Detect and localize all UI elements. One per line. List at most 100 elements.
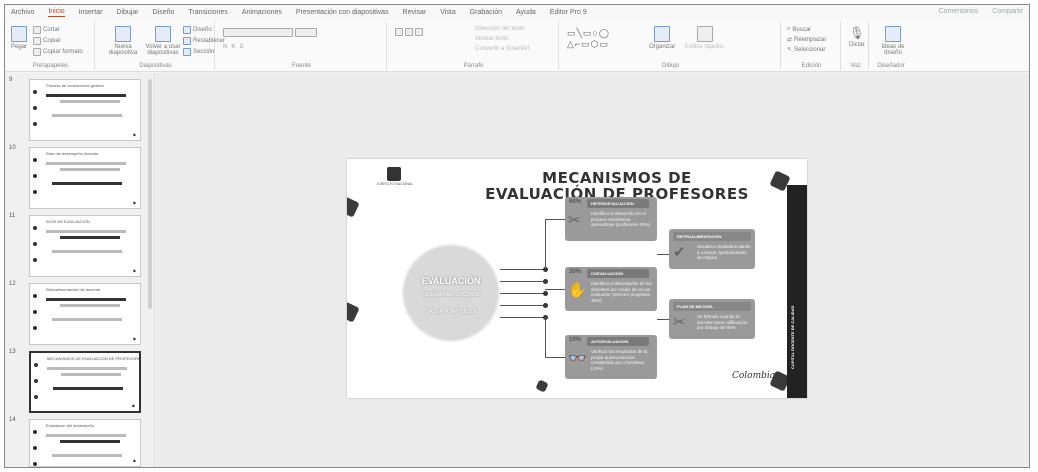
slides-group-label: Diapositivas [139, 63, 172, 69]
thumbnail-title: Evaluación del desempeño [46, 423, 95, 428]
select-button[interactable]: ↖ Seleccionar [787, 46, 825, 54]
powerpoint-window: Archivo Inicio Insertar Dibujar Diseño Transi… [4, 4, 1030, 468]
cut-button[interactable]: Cortar [33, 26, 60, 34]
feedback-card[interactable]: RETROALIMENTACIÓN ✔ Socializa resultados… [669, 229, 755, 269]
slide-editing-canvas[interactable]: EJÉRCITO NACIONAL MECANISMOS DE EVALUACI… [156, 73, 1029, 467]
tab-ayuda[interactable]: Ayuda [516, 9, 536, 16]
connector-line [500, 269, 545, 270]
copy-button[interactable]: Copiar [33, 37, 61, 45]
paste-button[interactable]: Pegar [11, 26, 27, 50]
find-button[interactable]: ⌕ Buscar [787, 26, 811, 33]
font-family-select[interactable] [223, 28, 317, 37]
connector-dot [543, 303, 548, 308]
card-body: Identifica el desarrollo en el proceso e… [591, 211, 651, 227]
comments-button[interactable]: Comentarios [939, 8, 979, 15]
numbering-icon [405, 28, 413, 36]
design-ideas-button[interactable]: Ideas de diseño [875, 26, 911, 56]
slide-number: 10 [9, 145, 16, 151]
layout-button[interactable]: Diseño [183, 26, 212, 34]
thumbnail-bullet [33, 294, 37, 298]
thumbnail-logo-icon: ◆ [132, 336, 136, 341]
tab-diseño[interactable]: Diseño [153, 9, 175, 16]
autoevaluation-card[interactable]: 10% AUTOEVALUACIÓN 👓 Verificar los resul… [565, 335, 657, 379]
tab-archivo[interactable]: Archivo [11, 9, 34, 16]
thumbnail-content [46, 298, 126, 301]
quick-styles-button[interactable]: Estilos rápidos [685, 26, 724, 50]
brush-icon [33, 48, 41, 56]
thumbnail-logo-icon: ◆ [132, 200, 136, 205]
tab-grabación[interactable]: Grabación [470, 9, 502, 16]
slide-thumbnails-pane[interactable]: 9 Proceso de construcción gestión ◆ 10 Ruta … [5, 73, 155, 467]
heteroevaluation-card[interactable]: 60% HETEROEVALUACIÓN ✂ Identifica el des… [565, 197, 657, 241]
new-slide-button[interactable]: Nueva diapositiva [101, 26, 145, 56]
smartart-button[interactable]: Convertir a SmartArt [475, 46, 530, 52]
slide-thumbnail[interactable]: Evaluación del desempeño ◆ [29, 419, 141, 467]
current-slide[interactable]: EJÉRCITO NACIONAL MECANISMOS DE EVALUACI… [347, 159, 807, 398]
copy-label: Copiar [43, 38, 61, 44]
dictate-button[interactable]: 🎙 Dictar [849, 26, 865, 48]
coevaluation-card[interactable]: 30% COEVALUACIÓN ✋ Identifica el desempe… [565, 267, 657, 311]
arrange-button[interactable]: Organizar [649, 26, 675, 50]
slide-thumbnail[interactable]: Ruta del desempeño docente ◆ [29, 147, 141, 209]
find-label: Buscar [792, 26, 812, 33]
bullets-icon [395, 28, 403, 36]
decor-hexagon-left-2 [347, 301, 360, 323]
slide-number: 9 [9, 77, 13, 83]
thumbnail-content [61, 373, 121, 376]
slide-thumbnail[interactable]: RUTA DE EVALUACIÓN ◆ [29, 215, 141, 277]
designer-group: Ideas de diseño Diseñador [871, 22, 911, 70]
tab-vista[interactable]: Vista [440, 9, 455, 16]
card-header: COEVALUACIÓN [587, 269, 649, 278]
tab-revisar[interactable]: Revisar [403, 9, 427, 16]
align-text-button[interactable]: Alinear texto [475, 36, 508, 42]
connector-dot [543, 279, 548, 284]
tab-editor-pro-9[interactable]: Editor Pro 9 [550, 9, 587, 16]
thumbnail-bullet [33, 90, 37, 94]
reset-icon [183, 37, 191, 45]
format-painter-button[interactable]: Copiar formato [33, 48, 83, 56]
reuse-slides-button[interactable]: Volver a usar diapositivas [143, 26, 183, 56]
tab-presentación-con-diapositivas[interactable]: Presentación con diapositivas [296, 9, 389, 16]
thumbnail-bullet [33, 462, 37, 466]
sidebar-vertical-text: CAPITAL DOCENTE DE CALIDAD [790, 305, 795, 369]
designer-group-label: Diseñador [877, 63, 905, 69]
font-format-buttons[interactable]: NKS [223, 44, 248, 50]
slide-thumbnail[interactable]: Proceso de construcción gestión ◆ [29, 79, 141, 141]
connector-line [657, 254, 669, 255]
slide-thumbnail[interactable]: Retroalimentación del docente ◆ [29, 283, 141, 345]
thumbnail-bullet [33, 326, 37, 330]
text-direction-label: Dirección del texto [475, 26, 525, 32]
thumbnail-content [46, 162, 126, 165]
connector-vline [545, 219, 546, 269]
tab-insertar[interactable]: Insertar [79, 9, 103, 16]
thumbnail-title: RUTA DE EVALUACIÓN [46, 219, 90, 224]
arrange-label: Organizar [649, 44, 676, 50]
list-buttons[interactable] [395, 28, 423, 36]
font-group: NKS Fuente [217, 22, 387, 70]
evaluation-chapter: SACEF - CAPÍTULO 8 [425, 309, 477, 315]
slide-number: 14 [9, 417, 16, 423]
cursor-icon: ↖ [787, 47, 793, 53]
ribbon: Pegar Cortar Copiar Copiar formato Porta… [5, 20, 1029, 72]
paste-icon [11, 26, 27, 42]
share-button[interactable]: Compartir [992, 8, 1023, 15]
tab-animaciones[interactable]: Animaciones [242, 9, 282, 16]
shapes-gallery[interactable]: ▭╲▭○◯ △⌐▭⬡▭ [567, 28, 610, 50]
thumbnail-bullet [34, 379, 38, 383]
paragraph-group: Dirección del texto Alinear texto Conver… [389, 22, 559, 70]
decor-hexagon-bottom [535, 379, 549, 393]
replace-label: Reemplazar [794, 36, 827, 43]
card-body: Identifica el desempeño de los docentes … [591, 281, 652, 303]
dictate-label: Dictar [849, 42, 865, 48]
tab-dibujar[interactable]: Dibujar [116, 9, 138, 16]
tab-inicio[interactable]: Inicio [48, 8, 65, 17]
section-button[interactable]: Sección [183, 48, 214, 56]
replace-button[interactable]: ⇄ Reemplazar [787, 36, 827, 44]
improvement-plan-card[interactable]: PLAN DE MEJORA ✂ Se formula cuando el do… [669, 299, 755, 339]
text-direction-button[interactable]: Dirección del texto [475, 26, 524, 32]
tab-transiciones[interactable]: Transiciones [188, 9, 227, 16]
thumbnails-scrollbar[interactable] [148, 79, 152, 309]
thumbnail-content [52, 454, 122, 457]
slide-thumbnail[interactable]: MECANISMOS DE EVALUACIÓN DE PROFESORES ◆ [29, 351, 141, 413]
quick-styles-icon [696, 26, 713, 42]
